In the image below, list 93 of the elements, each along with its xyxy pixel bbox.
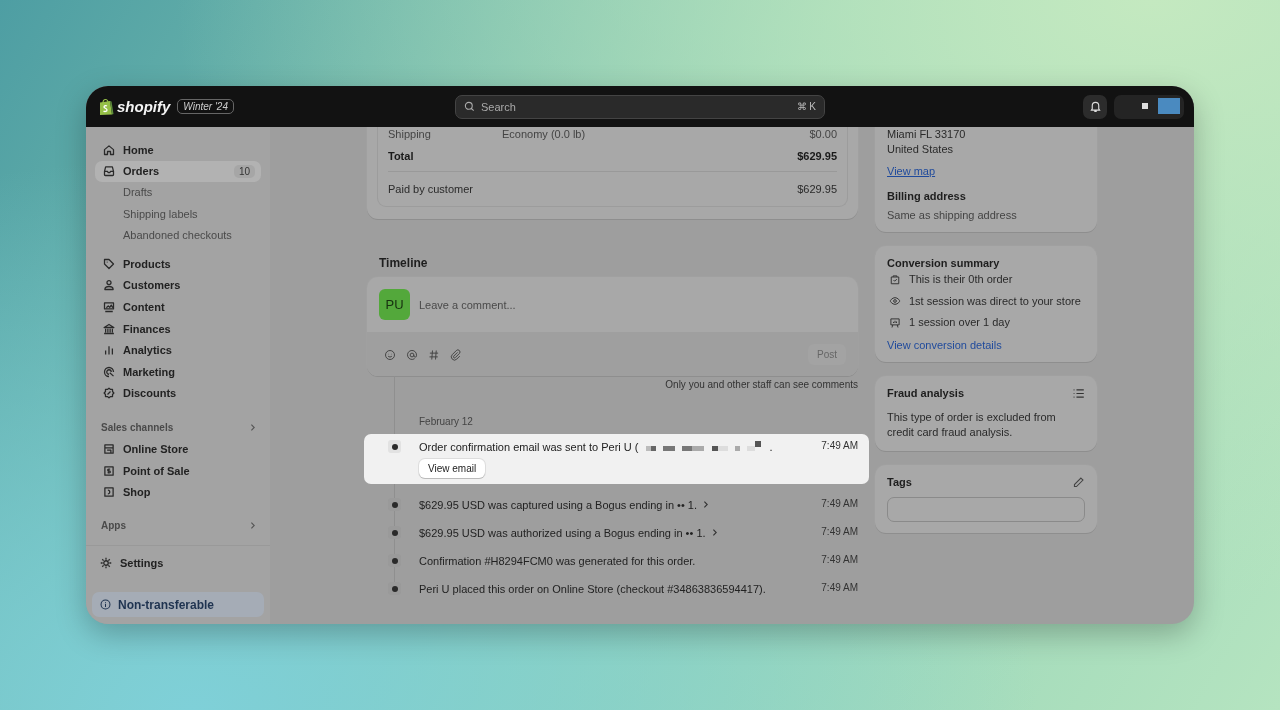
nav-item[interactable]: Products — [95, 252, 261, 275]
nav-item[interactable]: Customers — [95, 274, 261, 297]
keyboard-shortcut: ⌘ K — [796, 101, 816, 112]
event-text: . — [769, 440, 773, 453]
nav-item[interactable]: Online Store — [95, 438, 261, 460]
event-time: 7:49 AM — [820, 525, 858, 537]
search-field[interactable]: Search ⌘ K — [455, 94, 825, 119]
nav-subitem[interactable]: Abandoned checkouts — [95, 225, 261, 247]
summary-text: 1 session over 1 day — [909, 315, 1010, 331]
bell-icon — [1088, 100, 1102, 113]
payment-amount: $629.95 — [797, 150, 837, 162]
view-map-link[interactable]: View map — [887, 165, 1085, 177]
event-time: 7:49 AM — [820, 497, 858, 509]
discount-icon — [103, 387, 115, 400]
person-icon — [103, 279, 115, 292]
card-title: Billing address — [887, 190, 967, 202]
payment-detail: Economy (0.0 lb) — [502, 128, 586, 140]
store-icon — [103, 442, 115, 455]
account-button[interactable] — [1114, 94, 1184, 119]
nav-item[interactable]: Finances — [95, 317, 261, 340]
attachment-icon[interactable] — [450, 348, 462, 361]
notifications-button[interactable] — [1083, 94, 1107, 119]
event-time: 7:49 AM — [820, 439, 858, 451]
logo[interactable]: shopify — [117, 98, 171, 115]
shop-icon — [103, 486, 115, 499]
tag-icon — [103, 257, 115, 270]
date-heading: February 12 — [418, 415, 474, 429]
target-icon — [103, 365, 115, 378]
nav-item[interactable]: Discounts — [95, 382, 261, 405]
nav-subitem[interactable]: Shipping labels — [95, 203, 261, 226]
nav-item[interactable]: Home — [95, 139, 261, 161]
bag-icon — [889, 273, 901, 286]
home-icon — [103, 143, 115, 156]
event-text: Peri U placed this order on Online Store (checkout #34863836594417). — [419, 582, 766, 595]
event-time: 7:49 AM — [820, 553, 858, 565]
summary-text: This is their 0th order — [909, 272, 1013, 288]
notice-text: Non-transferable — [118, 597, 215, 612]
conversion-details-link[interactable]: View conversion details — [887, 338, 1085, 351]
card-title: Fraud analysis — [887, 387, 965, 399]
nav-item[interactable]: Orders 10 — [95, 160, 261, 183]
view-email-button[interactable]: View email — [419, 459, 486, 478]
hashtag-icon[interactable] — [428, 348, 440, 361]
tags-field[interactable] — [887, 496, 1085, 522]
chevron-right-icon[interactable] — [248, 422, 257, 432]
eye-icon — [889, 295, 901, 308]
inbox-icon — [103, 165, 115, 178]
nav-subitem[interactable]: Drafts — [95, 182, 261, 204]
event-text: $629.95 USD was authorized using a Bogus ending in •• 1. — [419, 526, 706, 539]
image-icon — [103, 300, 115, 313]
bank-icon — [103, 322, 115, 335]
card-title: Tags — [887, 476, 912, 488]
nav-item[interactable]: Shop — [95, 481, 261, 503]
settings-icon — [100, 557, 112, 570]
address-line: United States — [887, 142, 955, 157]
section-heading: Sales channels — [101, 421, 174, 433]
payment-label: Total — [388, 150, 415, 162]
pencil-icon[interactable] — [1072, 475, 1085, 489]
event-time: 7:49 AM — [820, 581, 858, 593]
count-badge: 10 — [233, 164, 255, 178]
address-line: Miami FL 33170 — [887, 127, 967, 142]
shopping-bag-icon — [98, 97, 114, 116]
comment-field[interactable]: Leave a comment... — [419, 298, 846, 311]
billing-text: Same as shipping address — [887, 209, 1018, 221]
event-text: Confirmation #H8294FCM0 was generated for this order. — [419, 554, 696, 567]
event-text: $629.95 USD was captured using a Bogus ending in •• 1. — [419, 498, 697, 511]
nav-item[interactable]: Settings — [92, 552, 264, 574]
chevron-right-icon[interactable] — [248, 521, 257, 531]
nav-item[interactable]: Analytics — [95, 339, 261, 361]
payment-label: Shipping — [388, 128, 432, 140]
payment-amount: $629.95 — [797, 183, 837, 195]
emoji-icon[interactable] — [384, 348, 396, 361]
avatar: PU — [379, 289, 410, 320]
section-heading: Apps — [101, 520, 126, 532]
event-text: Order confirmation email was sent to Peri U ( — [419, 440, 639, 453]
payment-amount: $0.00 — [809, 128, 837, 140]
fraud-text: This type of order is excluded from credit card fraud analysis. — [887, 409, 1057, 440]
info-icon — [100, 599, 111, 610]
search-input[interactable]: Search — [481, 100, 797, 113]
nav-item[interactable]: Content — [95, 296, 261, 318]
mention-icon[interactable] — [406, 348, 418, 361]
section-title: Timeline — [379, 256, 429, 270]
version-badge: Winter '24 — [177, 99, 234, 114]
summary-text: 1st session was direct to your store — [909, 293, 1081, 309]
chevron-right-icon[interactable] — [701, 500, 710, 509]
helper-text: Only you and other staff can see comments — [664, 378, 858, 390]
search-icon — [464, 101, 475, 112]
bar-chart-icon — [103, 344, 115, 357]
payment-label: Paid by customer — [388, 183, 474, 195]
screen-icon — [889, 316, 901, 329]
card-title: Conversion summary — [887, 257, 1001, 269]
nav-item[interactable]: Marketing — [95, 360, 261, 383]
nav-item[interactable]: Point of Sale — [95, 459, 261, 482]
cash-register-icon — [103, 464, 115, 477]
